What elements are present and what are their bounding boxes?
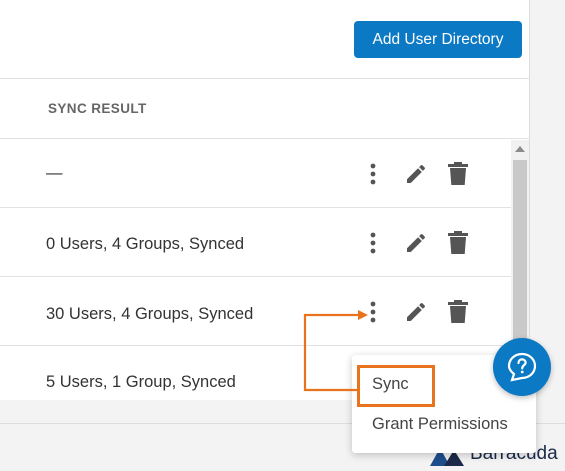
more-vertical-icon[interactable] (369, 162, 377, 186)
pencil-icon[interactable] (404, 231, 428, 255)
trash-icon[interactable] (447, 299, 469, 324)
more-vertical-icon[interactable] (369, 231, 377, 255)
add-user-directory-button[interactable]: Add User Directory (354, 21, 522, 58)
table-row: 30 Users, 4 Groups, Synced (0, 277, 510, 346)
pencil-icon[interactable] (404, 162, 428, 186)
sync-result-text: 5 Users, 1 Group, Synced (46, 373, 236, 391)
help-icon (507, 352, 537, 382)
column-header-sync-result: SYNC RESULT (48, 101, 147, 116)
sync-highlight-box (357, 365, 435, 407)
table-row: — (0, 139, 510, 208)
sync-result-text: 30 Users, 4 Groups, Synced (46, 305, 254, 323)
divider (0, 78, 530, 79)
more-vertical-icon[interactable] (369, 300, 377, 324)
sync-result-text: — (46, 164, 63, 182)
scroll-up-arrow-icon[interactable] (515, 146, 525, 152)
sync-result-text: 0 Users, 4 Groups, Synced (46, 235, 245, 253)
pencil-icon[interactable] (404, 300, 428, 324)
menu-item-grant-permissions[interactable]: Grant Permissions (372, 415, 508, 434)
user-directories-panel: Add User Directory SYNC RESULT — 0 Users… (0, 0, 530, 400)
help-button[interactable] (493, 338, 551, 396)
trash-icon[interactable] (447, 161, 469, 186)
trash-icon[interactable] (447, 230, 469, 255)
table-row: 0 Users, 4 Groups, Synced (0, 208, 510, 277)
